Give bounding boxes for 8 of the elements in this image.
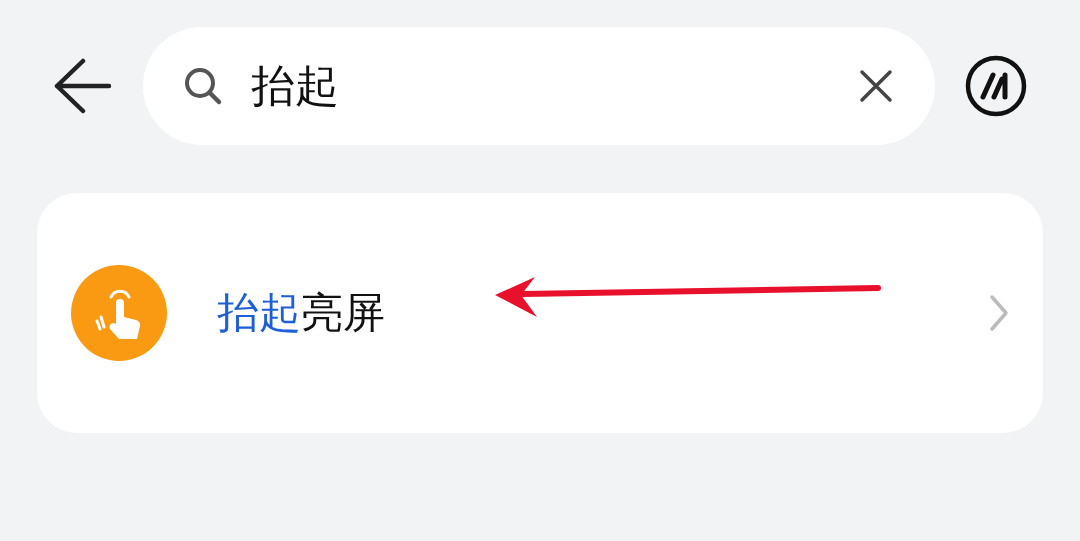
chevron-icon <box>989 294 1009 332</box>
clear-icon[interactable] <box>859 69 893 103</box>
search-field[interactable]: 抬起 <box>143 27 935 145</box>
result-item[interactable]: 抬起亮屏 <box>37 265 1043 361</box>
hand-icon <box>71 265 167 361</box>
logo-icon[interactable] <box>965 55 1027 117</box>
result-title: 抬起亮屏 <box>217 287 385 339</box>
back-button[interactable] <box>53 58 113 114</box>
